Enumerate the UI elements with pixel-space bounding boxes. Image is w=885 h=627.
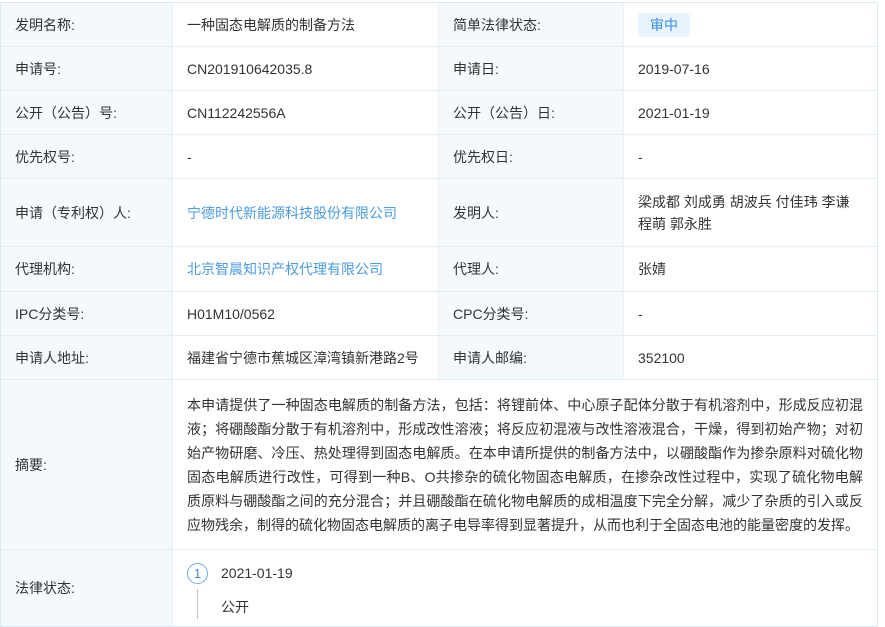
field-label-cpc: CPC分类号:	[439, 292, 624, 335]
applicant-link[interactable]: 宁德时代新能源科技股份有限公司	[187, 202, 397, 224]
row-agency-agent: 代理机构: 北京智晨知识产权代理有限公司 代理人: 张婧	[1, 247, 877, 292]
row-applicant-inventors: 申请（专利权）人: 宁德时代新能源科技股份有限公司 发明人: 梁成都 刘成勇 胡…	[1, 179, 877, 247]
status-badge: 审中	[638, 13, 690, 37]
row-publication-number: 公开（公告）号: CN112242556A 公开（公告）日: 2021-01-1…	[1, 91, 877, 135]
field-value-applicant: 宁德时代新能源科技股份有限公司	[173, 179, 439, 246]
patent-detail-table: 发明名称: 一种固态电解质的制备方法 简单法律状态: 审中 申请号: CN201…	[0, 2, 878, 627]
field-value-invention-name: 一种固态电解质的制备方法	[173, 3, 439, 46]
row-abstract: 摘要: 本申请提供了一种固态电解质的制备方法，包括：将锂前体、中心原子配体分散于…	[1, 380, 877, 550]
row-application-number: 申请号: CN201910642035.8 申请日: 2019-07-16	[1, 47, 877, 91]
field-label-legal-status: 法律状态:	[1, 550, 173, 626]
field-value-publication-number: CN112242556A	[173, 91, 439, 134]
field-label-applicant-address: 申请人地址:	[1, 336, 173, 379]
field-label-publication-date: 公开（公告）日:	[439, 91, 624, 134]
timeline-marker: 1	[187, 563, 208, 619]
abstract-text: 本申请提供了一种固态电解质的制备方法，包括：将锂前体、中心原子配体分散于有机溶剂…	[173, 380, 877, 549]
row-priority: 优先权号: - 优先权日: -	[1, 135, 877, 179]
row-legal-status: 法律状态: 1 2021-01-19 公开	[1, 550, 877, 626]
field-value-inventors: 梁成都 刘成勇 胡波兵 付佳玮 李谦 程萌 郭永胜	[624, 179, 877, 246]
row-address-zipcode: 申请人地址: 福建省宁德市蕉城区漳湾镇新港路2号 申请人邮编: 352100	[1, 336, 877, 380]
field-label-agent: 代理人:	[439, 247, 624, 291]
field-label-agency: 代理机构:	[1, 247, 173, 291]
field-value-simple-legal-status: 审中	[624, 3, 877, 46]
field-value-applicant-address: 福建省宁德市蕉城区漳湾镇新港路2号	[173, 336, 439, 379]
field-value-agent: 张婧	[624, 247, 877, 291]
field-value-priority-date: -	[624, 135, 877, 178]
field-value-applicant-zipcode: 352100	[624, 336, 877, 379]
legal-status-item: 1 2021-01-19 公开	[187, 563, 293, 619]
field-label-application-date: 申请日:	[439, 47, 624, 90]
timeline-step-number: 1	[187, 563, 208, 584]
timeline-line	[197, 589, 198, 619]
field-label-applicant-zipcode: 申请人邮编:	[439, 336, 624, 379]
field-value-cpc: -	[624, 292, 877, 335]
field-label-publication-number: 公开（公告）号:	[1, 91, 173, 134]
field-value-priority-number: -	[173, 135, 439, 178]
field-label-simple-legal-status: 简单法律状态:	[439, 3, 624, 46]
row-invention-name: 发明名称: 一种固态电解质的制备方法 简单法律状态: 审中	[1, 3, 877, 47]
agency-link[interactable]: 北京智晨知识产权代理有限公司	[187, 258, 383, 280]
legal-status-timeline: 1 2021-01-19 公开	[173, 550, 877, 626]
field-value-agency: 北京智晨知识产权代理有限公司	[173, 247, 439, 291]
timeline-content: 2021-01-19 公开	[221, 563, 293, 619]
field-label-invention-name: 发明名称:	[1, 3, 173, 46]
field-value-ipc: H01M10/0562	[173, 292, 439, 335]
field-value-application-number: CN201910642035.8	[173, 47, 439, 90]
field-label-priority-number: 优先权号:	[1, 135, 173, 178]
field-label-abstract: 摘要:	[1, 380, 173, 549]
field-value-publication-date: 2021-01-19	[624, 91, 877, 134]
field-value-application-date: 2019-07-16	[624, 47, 877, 90]
legal-status-date: 2021-01-19	[221, 563, 293, 584]
legal-status-text: 公开	[221, 597, 293, 617]
field-label-ipc: IPC分类号:	[1, 292, 173, 335]
field-label-applicant: 申请（专利权）人:	[1, 179, 173, 246]
field-label-inventors: 发明人:	[439, 179, 624, 246]
row-classification: IPC分类号: H01M10/0562 CPC分类号: -	[1, 292, 877, 336]
field-label-application-number: 申请号:	[1, 47, 173, 90]
field-label-priority-date: 优先权日:	[439, 135, 624, 178]
